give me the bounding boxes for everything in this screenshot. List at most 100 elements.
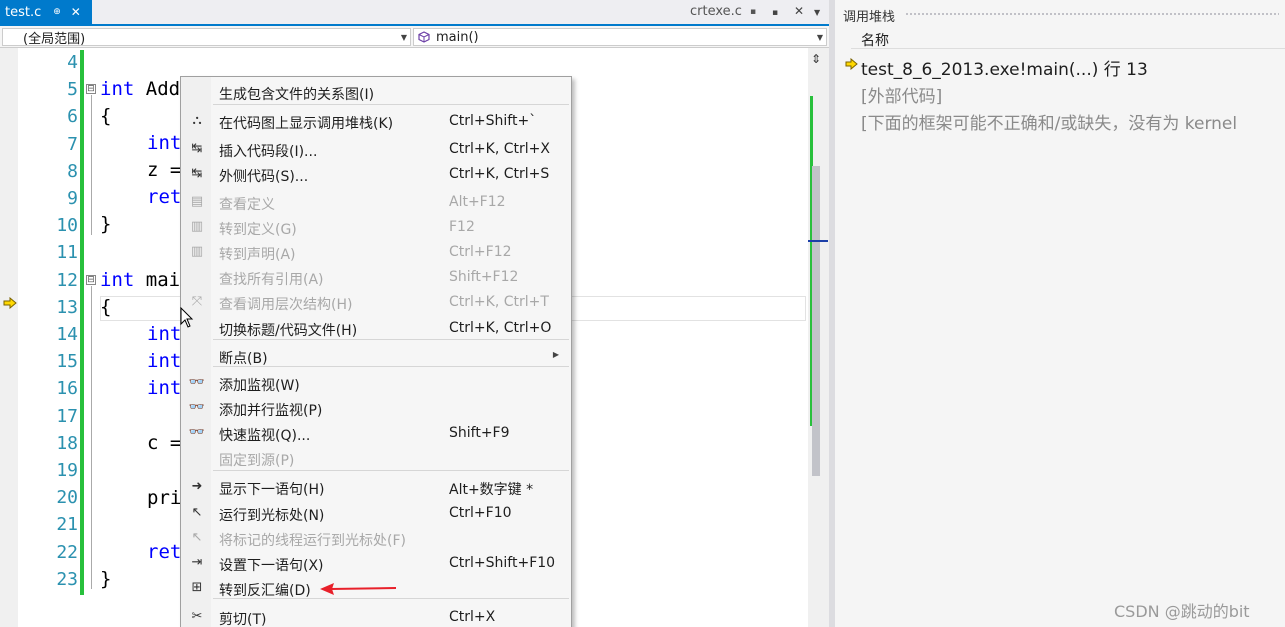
menu-item[interactable]: 切换标题/代码文件(H) Ctrl+K, Ctrl+O <box>181 316 571 341</box>
fold-toggle[interactable]: ⊟ <box>86 275 96 285</box>
code-line-9[interactable]: ret <box>147 186 181 208</box>
menu-item[interactable]: ▥ 转到声明(A) Ctrl+F12 <box>181 240 571 265</box>
menu-item-label: 设置下一语句(X) <box>219 558 324 574</box>
menu-item[interactable]: 👓 添加并行监视(P) <box>181 396 571 421</box>
close-icon[interactable]: ✕ <box>71 5 81 19</box>
menu-item-label: 切换标题/代码文件(H) <box>219 323 358 339</box>
code-line-23[interactable]: } <box>100 568 111 590</box>
function-cube-icon <box>418 31 430 43</box>
call-stack-row[interactable]: [外部代码] <box>861 82 942 107</box>
menu-item-shortcut: Ctrl+Shift+` <box>449 113 537 129</box>
submenu-arrow-icon: ▶ <box>552 350 559 359</box>
code-line-13[interactable]: { <box>100 296 111 318</box>
panel-grip[interactable] <box>905 12 1279 16</box>
call-stack-panel: 调用堆栈 名称 test_8_6_2013.exe!main(...) 行 13… <box>829 0 1285 627</box>
code-line-5[interactable]: int Add <box>100 78 180 100</box>
menu-item-label: 生成包含文件的关系图(I) <box>219 87 375 103</box>
menu-item-label: 快速监视(Q)... <box>219 428 311 444</box>
scrollbar-thumb[interactable] <box>812 166 820 476</box>
tab-dropdown-icon[interactable]: ▪ <box>772 8 778 18</box>
code-line-7[interactable]: int <box>147 132 181 154</box>
column-header[interactable]: 名称 <box>851 27 1285 49</box>
menu-item-label: 插入代码段(I)... <box>219 144 318 160</box>
code-line-14[interactable]: int <box>147 323 181 345</box>
menu-item-label: 断点(B) <box>219 351 268 367</box>
code-line-15[interactable]: int <box>147 350 181 372</box>
menu-item-shortcut: Ctrl+F10 <box>449 505 512 521</box>
menu-item[interactable]: 断点(B) ▶ <box>181 344 571 369</box>
menu-icon-slot <box>188 84 206 101</box>
menu-item[interactable]: ▤ 查看定义 Alt+F12 <box>181 190 571 215</box>
keyword: int <box>147 350 182 372</box>
menu-item[interactable]: ↹ 外侧代码(S)... Ctrl+K, Ctrl+S <box>181 162 571 187</box>
panel-title: 调用堆栈 <box>843 10 896 25</box>
menu-item[interactable]: 查找所有引用(A) Shift+F12 <box>181 265 571 290</box>
annotation-arrow-icon <box>320 583 397 595</box>
function-dropdown[interactable]: main() ▼ <box>413 28 827 46</box>
call-stack-row[interactable]: [下面的框架可能不正确和/或缺失，没有为 kernel <box>861 109 1237 134</box>
line-number: 7 <box>67 133 78 155</box>
menu-item[interactable]: 固定到源(P) <box>181 446 571 471</box>
code-line-18[interactable]: c = <box>147 432 181 454</box>
line-number: 14 <box>56 324 78 345</box>
watermark: CSDN @跳动的bit <box>1114 602 1250 621</box>
tab-crtexe-c[interactable]: crtexe.c ▪ <box>690 4 756 19</box>
chevron-down-icon: ▼ <box>816 32 823 42</box>
menu-item-shortcut: F12 <box>449 219 475 235</box>
fold-toggle[interactable]: ⊟ <box>86 84 96 94</box>
line-number: 5 <box>67 79 78 101</box>
pin-icon[interactable]: ▪ <box>750 7 756 17</box>
menu-item[interactable]: 👓 添加监视(W) <box>181 371 571 396</box>
menu-item[interactable]: ↹ 插入代码段(I)... Ctrl+K, Ctrl+X <box>181 137 571 162</box>
menu-item[interactable]: ⛬ 在代码图上显示调用堆栈(K) Ctrl+Shift+` <box>181 109 571 134</box>
editor-vertical-scrollbar[interactable]: ⇕ <box>808 48 829 627</box>
line-number: 20 <box>56 487 78 509</box>
code-text: mai <box>134 269 181 291</box>
menu-item[interactable]: 👓 快速监视(Q)... Shift+F9 <box>181 421 571 446</box>
menu-item-label: 固定到源(P) <box>219 453 295 469</box>
menu-item[interactable]: 生成包含文件的关系图(I) <box>181 80 571 105</box>
menu-item[interactable]: ▥ 转到定义(G) F12 <box>181 215 571 240</box>
code-line-10[interactable]: } <box>100 213 111 235</box>
code-line-12[interactable]: int mai <box>100 269 180 291</box>
goto-definition-icon: ▥ <box>190 219 204 234</box>
show-next-statement-icon: ➜ <box>191 479 203 494</box>
code-line-8[interactable]: z = <box>147 159 181 181</box>
watch-glasses-icon: 👓 <box>188 375 206 390</box>
parallel-watch-glasses-icon: 👓 <box>188 400 206 415</box>
close-tab-icon[interactable]: ✕ <box>794 4 804 18</box>
menu-item[interactable]: ➜ 显示下一语句(H) Alt+数字键 * <box>181 475 571 500</box>
menu-item[interactable]: ↖ 将标记的线程运行到光标处(F) <box>181 526 571 551</box>
line-number: 19 <box>56 460 78 481</box>
chevron-down-icon: ▼ <box>400 32 407 42</box>
current-statement-arrow-icon <box>3 297 17 309</box>
code-line-6[interactable]: { <box>100 105 111 127</box>
keyword: int <box>147 132 182 154</box>
tab-label: crtexe.c <box>690 4 742 19</box>
set-next-statement-icon: ⇥ <box>191 555 203 570</box>
code-line-20[interactable]: pri <box>147 487 181 509</box>
menu-item-shortcut: Alt+数字键 * <box>449 482 534 498</box>
call-stack-row[interactable]: test_8_6_2013.exe!main(...) 行 13 <box>861 55 1148 80</box>
tab-menu-icon[interactable]: ▼ <box>814 8 820 17</box>
line-number: 4 <box>67 52 78 73</box>
quick-watch-glasses-icon: 👓 <box>188 425 206 440</box>
menu-item[interactable]: ↖ 运行到光标处(N) Ctrl+F10 <box>181 501 571 526</box>
code-line-22[interactable]: ret <box>147 541 181 563</box>
line-number: 22 <box>56 541 78 563</box>
peek-definition-icon: ▤ <box>190 194 204 209</box>
tab-test-c[interactable]: test.c ⊕ ✕ <box>0 0 92 24</box>
menu-item[interactable]: ✂ 剪切(T) Ctrl+X <box>181 605 571 627</box>
line-number: 8 <box>67 160 78 182</box>
indicator-margin[interactable] <box>0 48 18 627</box>
menu-item[interactable]: ⇥ 设置下一语句(X) Ctrl+Shift+F10 <box>181 551 571 576</box>
splitter-icon[interactable]: ⇕ <box>811 52 821 66</box>
menu-item-label: 显示下一语句(H) <box>219 482 325 498</box>
menu-item-label: 外侧代码(S)... <box>219 169 309 185</box>
code-line-16[interactable]: int <box>147 377 181 399</box>
scope-dropdown[interactable]: (全局范围) ▼ <box>2 28 411 47</box>
menu-item-shortcut: Alt+F12 <box>449 194 506 210</box>
menu-item[interactable]: ⤧ 查看调用层次结构(H) Ctrl+K, Ctrl+T <box>181 290 571 315</box>
pin-icon[interactable]: ⊕ <box>53 7 61 17</box>
context-menu: 生成包含文件的关系图(I) ⛬ 在代码图上显示调用堆栈(K) Ctrl+Shift+`… <box>180 76 572 627</box>
